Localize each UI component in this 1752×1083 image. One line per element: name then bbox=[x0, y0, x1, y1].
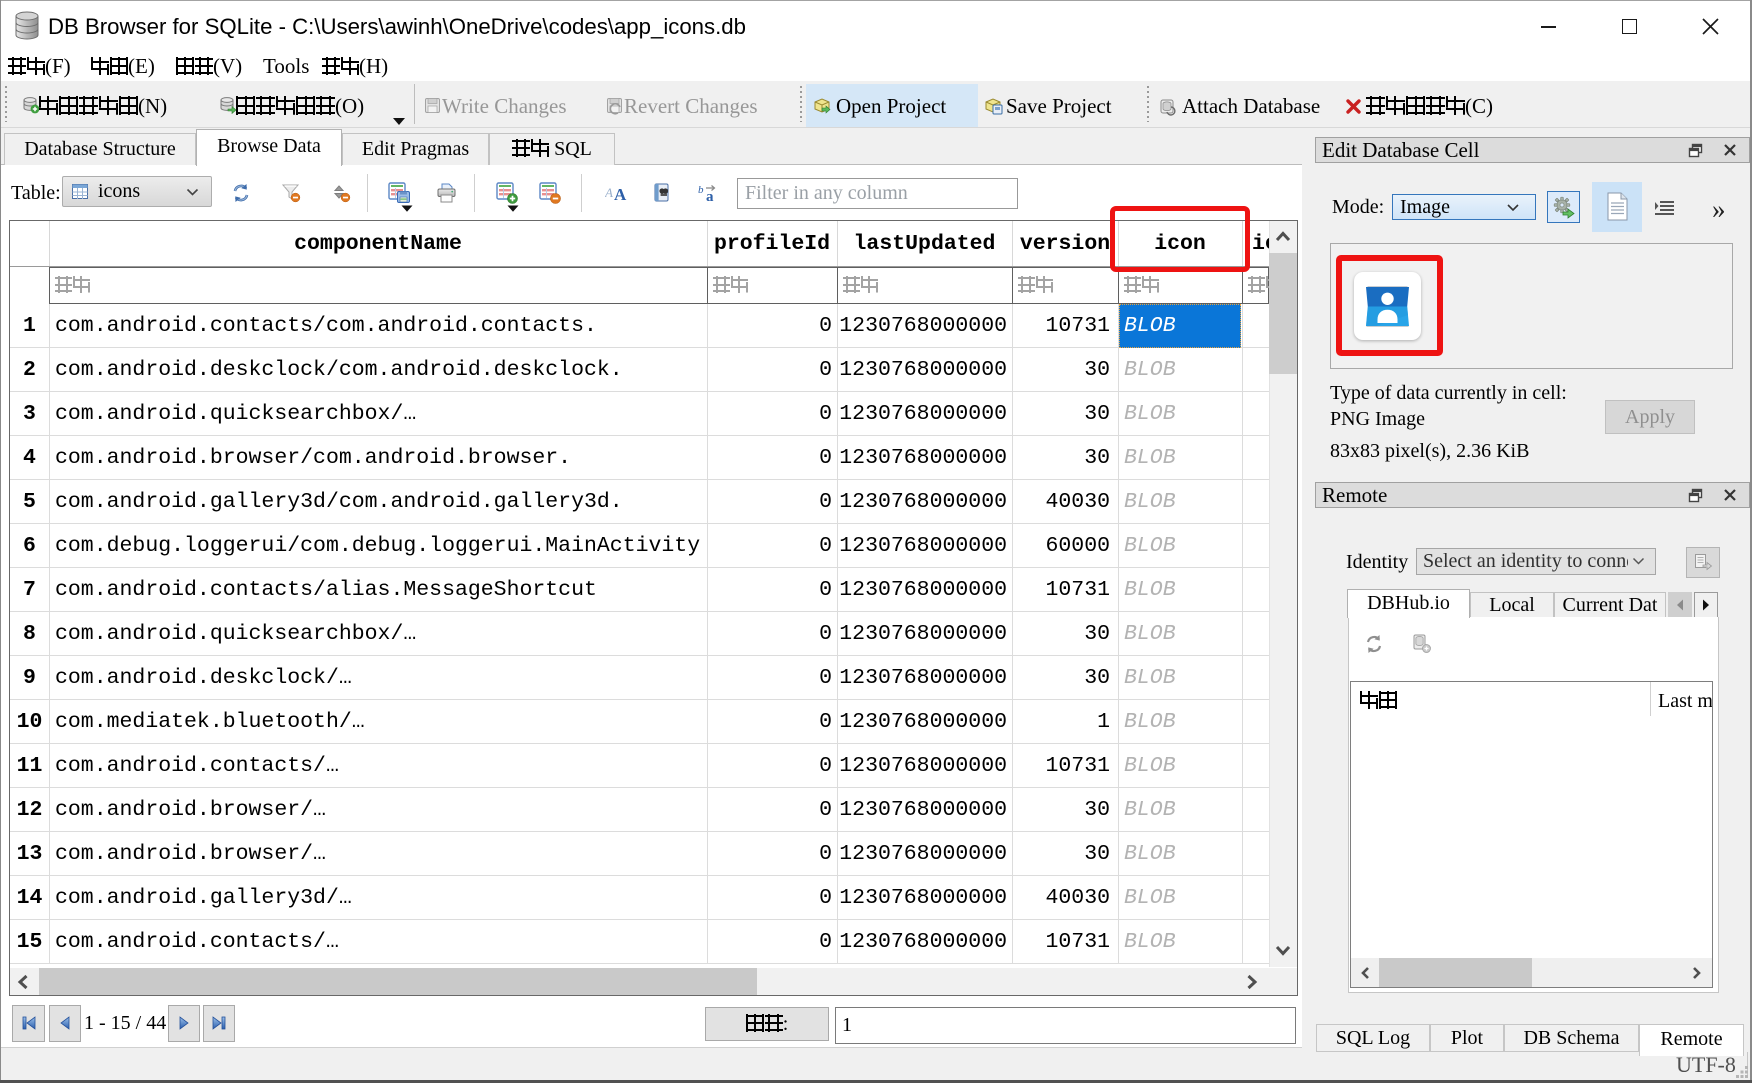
svg-text:A: A bbox=[605, 185, 613, 200]
svg-text:b: b bbox=[698, 184, 704, 196]
svg-text:a: a bbox=[706, 189, 714, 203]
svg-text:A: A bbox=[614, 185, 627, 203]
